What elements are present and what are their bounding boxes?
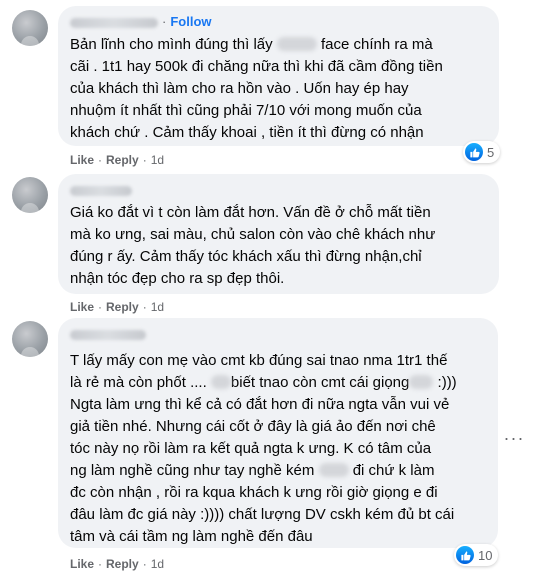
- avatar[interactable]: [12, 321, 48, 357]
- like-thumb-icon: [456, 546, 474, 564]
- comment-line: ng làm nghề cũng như tay nghề kém đi chứ…: [70, 462, 435, 479]
- comment-line: tóc này nọ rồi làm ra kết quả ngta k ưng…: [70, 440, 432, 457]
- comment-line: nhận tóc đẹp cho ra sp đẹp thôi.: [70, 270, 285, 287]
- comment-bubble: · Follow Bản lĩnh cho mình đúng thì lấy f…: [58, 6, 499, 146]
- commenter-name-redacted[interactable]: [70, 329, 146, 340]
- reaction-summary[interactable]: 10: [454, 544, 499, 566]
- comment-line: nhuộm ít nhất thì cũng phải 7/10 với mon…: [70, 102, 422, 119]
- comment-line: đc còn nhận , rồi ra kqua khách k ưng rồ…: [70, 484, 438, 501]
- comment-line: Bản lĩnh cho mình đúng thì lấy face chín…: [70, 36, 433, 53]
- commenter-name-row: [70, 182, 487, 198]
- comment-bubble: Giá ko đắt vì t còn làm đắt hơn. Vấn đề …: [58, 174, 499, 294]
- like-button[interactable]: Like: [70, 557, 94, 571]
- redacted-text: [318, 463, 349, 477]
- separator: ·: [162, 14, 167, 29]
- comment-text: Bản lĩnh cho mình đúng thì lấy face chín…: [70, 34, 487, 144]
- comment-time[interactable]: 1d: [151, 557, 164, 571]
- comment-line: Giá ko đắt vì t còn làm đắt hơn. Vấn đề …: [70, 204, 431, 221]
- comment-text: Giá ko đắt vì t còn làm đắt hơn. Vấn đề …: [70, 202, 487, 290]
- comment-line: đâu làm đc giá này :)))) chất lượng DV c…: [70, 506, 455, 523]
- redacted-text: [409, 375, 434, 389]
- comment-line: khách chứ . Cảm thấy khoai , tiền ít thì…: [70, 124, 424, 141]
- comment-line: T lấy mấy con mẹ vào cmt kb đúng sai tna…: [70, 352, 448, 369]
- comment-time[interactable]: 1d: [151, 153, 164, 167]
- comment-actions: Like · Reply · 1d: [70, 153, 165, 167]
- comment-actions: Like · Reply · 1d: [70, 557, 165, 571]
- reply-button[interactable]: Reply: [106, 557, 139, 571]
- commenter-name-row: [70, 326, 486, 342]
- like-button[interactable]: Like: [70, 153, 94, 167]
- commenter-name-redacted[interactable]: [70, 185, 132, 196]
- reaction-count: 10: [478, 547, 493, 563]
- comment-actions: Like · Reply · 1d: [70, 300, 165, 314]
- comment-line: cãi . 1t1 hay 500k đi chăng nữa thì khi …: [70, 58, 443, 75]
- comment-text: T lấy mấy con mẹ vào cmt kb đúng sai tna…: [70, 350, 486, 548]
- reaction-count: 5: [487, 144, 495, 160]
- redacted-text: [276, 37, 317, 51]
- follow-button[interactable]: Follow: [170, 14, 211, 29]
- comment-line: đúng r ấy. Cảm thấy tóc khách xấu thì đừ…: [70, 248, 422, 265]
- comment-line: là rẻ mà còn phốt .... biết tnao còn cmt…: [70, 374, 457, 391]
- comment-line: Ngta làm ưng thì kể cả có đắt hơn đi nữa…: [70, 396, 450, 413]
- comment-line: mà ko ưng, sai màu, chủ salon còn vào ch…: [70, 226, 436, 243]
- comment-bubble: T lấy mấy con mẹ vào cmt kb đúng sai tna…: [58, 318, 498, 548]
- comment-line: tâm và cái tầm ng làm nghề đến đâu: [70, 528, 313, 545]
- avatar[interactable]: [12, 10, 48, 46]
- comment-line: của khách thì làm cho ra hồn vào . Uốn h…: [70, 80, 409, 97]
- more-horizontal-icon[interactable]: ···: [503, 427, 525, 449]
- avatar[interactable]: [12, 177, 48, 213]
- reply-button[interactable]: Reply: [106, 153, 139, 167]
- like-button[interactable]: Like: [70, 300, 94, 314]
- like-thumb-icon: [465, 143, 483, 161]
- comment-line: giả tiền nhé. Nhưng cái cốt ở đây là giá…: [70, 418, 436, 435]
- comment-time[interactable]: 1d: [151, 300, 164, 314]
- redacted-text: [210, 375, 231, 389]
- commenter-name-row: · Follow: [70, 14, 487, 30]
- reaction-summary[interactable]: 5: [463, 141, 501, 163]
- reply-button[interactable]: Reply: [106, 300, 139, 314]
- commenter-name-redacted[interactable]: [70, 17, 158, 28]
